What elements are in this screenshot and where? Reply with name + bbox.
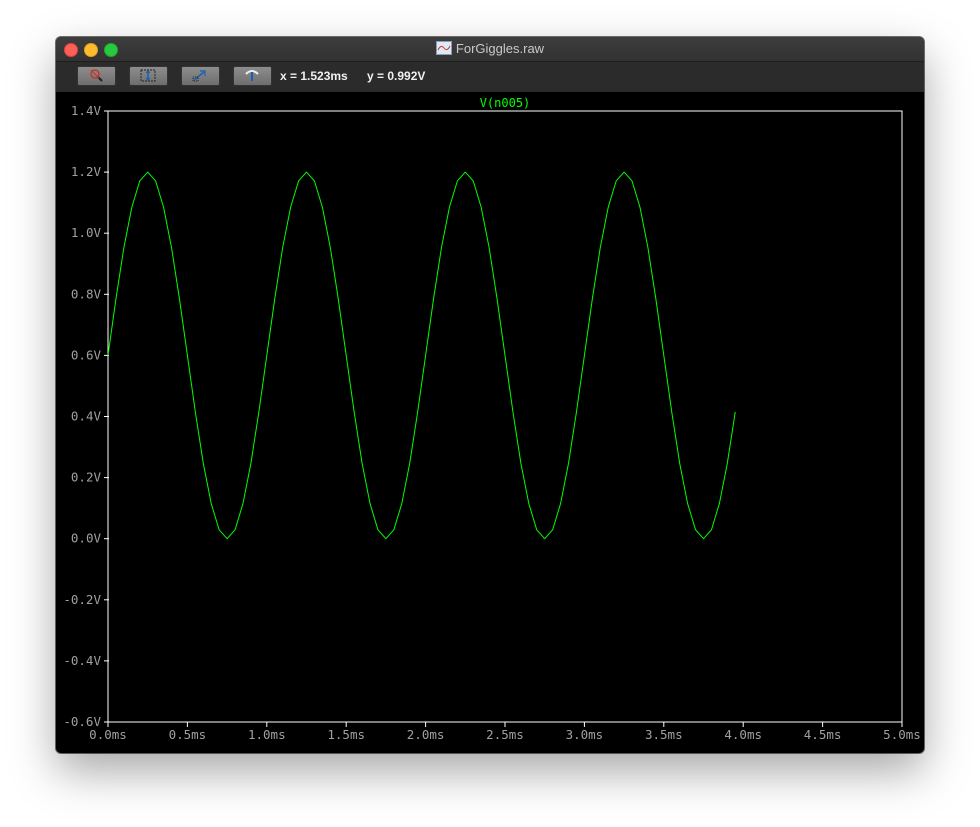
pan-button[interactable] [181,66,220,86]
title-bar[interactable]: ForGiggles.raw [56,37,924,62]
plot-area[interactable]: V(n005) 1.4V 1.2V 1.0V 0.8V 0.6V 0.4V 0.2V 0.0V -… [56,92,924,753]
zoom-out-button[interactable] [77,66,116,86]
waveform-file-icon [435,41,452,55]
window-title: ForGiggles.raw [455,41,545,56]
y-tick-label: 0.0V [71,531,102,546]
series-line-v-n005 [107,171,736,540]
toolbar: x = 1.523ms y = 0.992V [56,62,924,92]
chart-title: V(n005) [480,96,531,110]
autorange-button[interactable] [129,66,168,86]
plot-frame [107,110,903,723]
cursor-icon [245,70,259,81]
y-tick-label: 1.2V [71,164,102,179]
y-tick-label: 0.4V [71,409,102,424]
y-tick-label: -0.4V [63,653,101,668]
y-tick-label: 0.8V [71,286,102,301]
x-tick-label: 1.0ms [248,727,286,742]
x-tick-label: 1.5ms [327,727,365,742]
window-title-area: ForGiggles.raw [56,41,924,56]
x-tick-label: 4.0ms [724,727,762,742]
cursor-button[interactable] [233,66,272,86]
pan-icon [192,70,206,82]
y-tick-label: 0.2V [71,470,102,485]
zoom-out-icon [90,69,103,82]
x-tick-label: 2.0ms [407,727,445,742]
cursor-y-readout: y = 0.992V [367,69,426,83]
y-tick-label: -0.2V [63,592,101,607]
x-tick-label: 2.5ms [486,727,524,742]
x-tick-label: 0.0ms [89,727,127,742]
x-tick-label: 0.5ms [169,727,207,742]
x-tick-label: 3.5ms [645,727,683,742]
y-tick-label: 0.6V [71,347,102,362]
x-tick-label: 5.0ms [883,727,921,742]
waveform-window: ForGiggles.raw x = 1.523ms y = 0.992V V(… [56,37,924,753]
autorange-icon [140,69,156,82]
y-tick-label: 1.4V [71,103,102,118]
cursor-x-readout: x = 1.523ms [280,69,348,83]
x-tick-label: 4.5ms [804,727,842,742]
x-tick-label: 3.0ms [566,727,604,742]
y-tick-label: 1.0V [71,225,102,240]
